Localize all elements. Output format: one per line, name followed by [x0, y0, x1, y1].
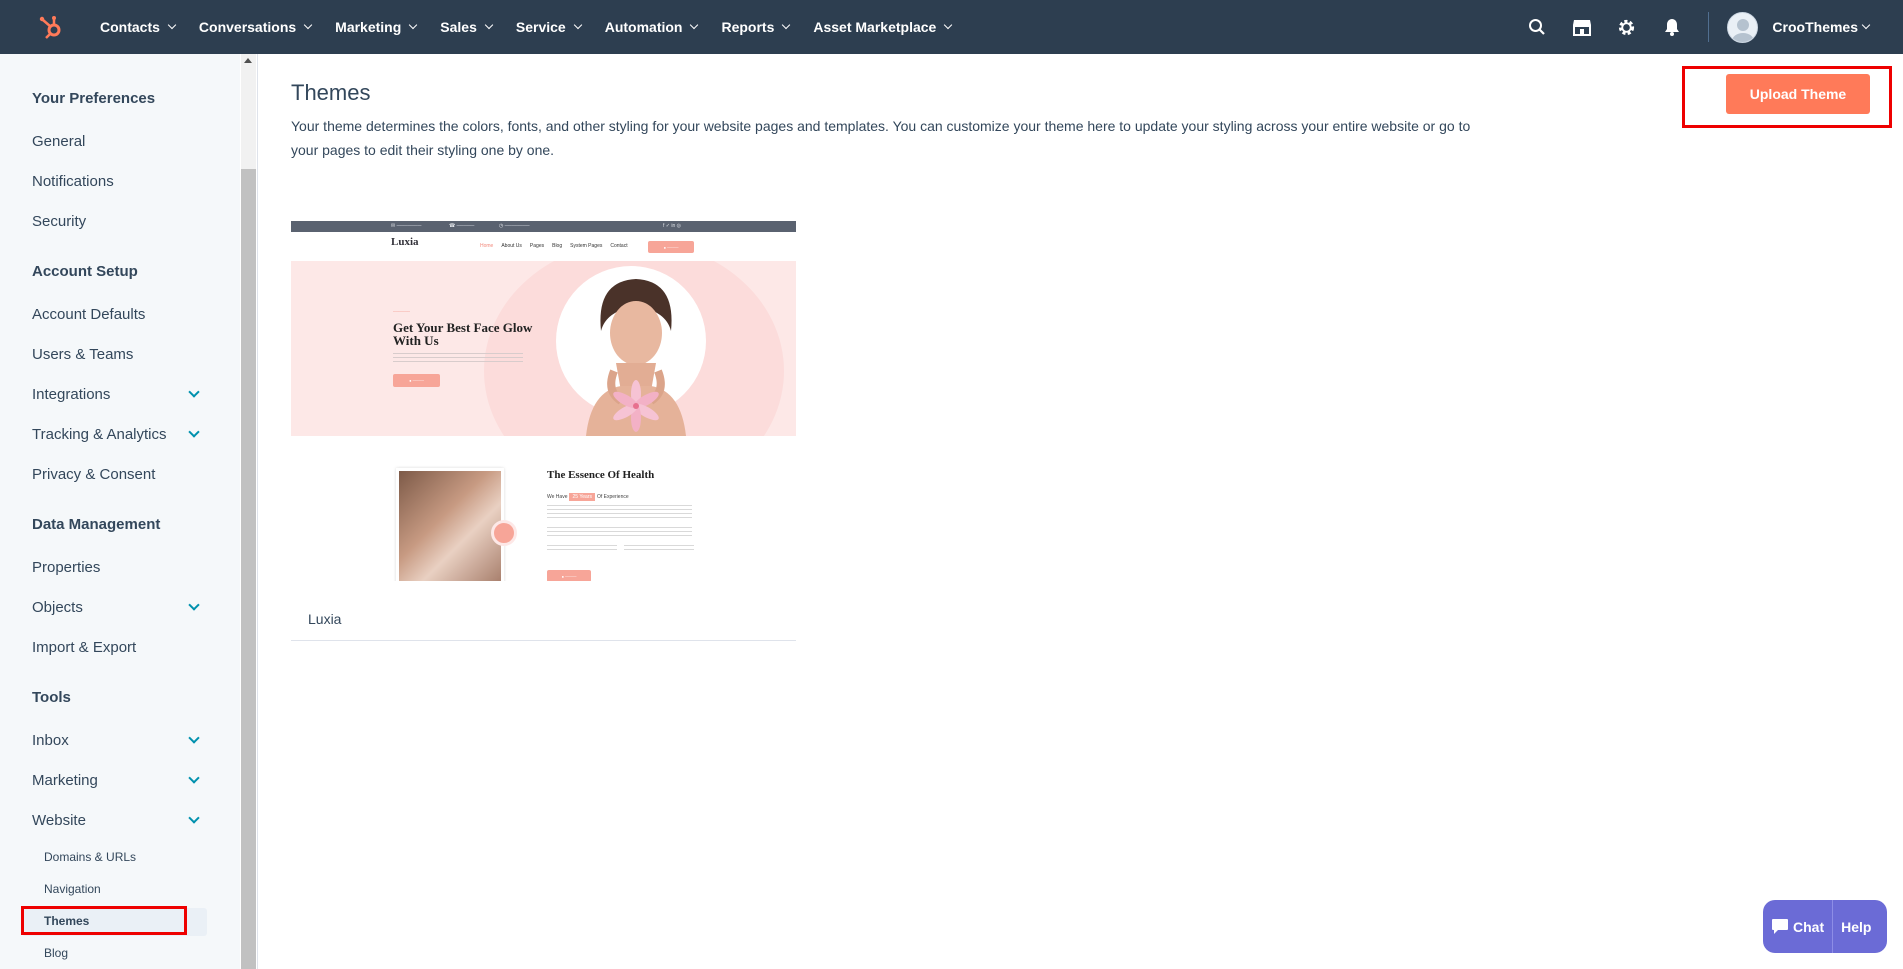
- sidebar-item-website[interactable]: Website: [32, 812, 200, 829]
- page-description: Your theme determines the colors, fonts,…: [291, 118, 1471, 158]
- scroll-up-arrow-icon[interactable]: [244, 58, 252, 63]
- preview-about-title: The Essence Of Health: [547, 469, 655, 481]
- chevron-down-icon: [188, 732, 200, 744]
- section-data-management: Data Management: [32, 516, 161, 533]
- chevron-down-icon: [188, 386, 200, 398]
- top-navigation: Contacts Conversations Marketing Sales S…: [0, 0, 1903, 54]
- chevron-down-icon: [167, 20, 177, 30]
- bell-icon[interactable]: [1649, 0, 1694, 54]
- sidebar-item-properties[interactable]: Properties: [32, 559, 200, 576]
- chevron-down-icon: [690, 20, 699, 30]
- chevron-down-icon: [303, 20, 313, 30]
- preview-hero: ────── Get Your Best Face Glow With Us ●…: [291, 261, 796, 436]
- chevron-down-icon: [484, 20, 494, 30]
- nav-asset-marketplace[interactable]: Asset Marketplace: [801, 19, 963, 35]
- theme-card-luxia[interactable]: ✉ ─────── ☎ ───── ◷ ─────── f ✓ in ◎ Lux…: [291, 221, 796, 641]
- avatar[interactable]: [1727, 11, 1759, 43]
- sidebar-subitem-blog[interactable]: Blog: [44, 946, 68, 960]
- theme-name: Luxia: [308, 611, 342, 627]
- sidebar-subitem-domains-urls[interactable]: Domains & URLs: [44, 850, 136, 864]
- chevron-down-icon: [782, 20, 791, 30]
- chat-bubble-icon: [1772, 919, 1788, 934]
- sidebar-item-account-defaults[interactable]: Account Defaults: [32, 306, 200, 323]
- section-tools: Tools: [32, 689, 71, 706]
- theme-preview-image: ✉ ─────── ☎ ───── ◷ ─────── f ✓ in ◎ Lux…: [291, 221, 796, 581]
- account-menu[interactable]: CrooThemes: [1772, 19, 1871, 35]
- gear-icon[interactable]: [1604, 0, 1649, 54]
- sidebar-item-users-teams[interactable]: Users & Teams: [32, 346, 200, 363]
- section-your-preferences: Your Preferences: [32, 90, 156, 107]
- sidebar-item-inbox[interactable]: Inbox: [32, 732, 200, 749]
- preview-woman-image: [586, 279, 686, 436]
- chevron-down-icon: [1861, 20, 1871, 30]
- settings-sidebar: Your Preferences General Notifications S…: [0, 54, 240, 969]
- preview-topbar: ✉ ─────── ☎ ───── ◷ ─────── f ✓ in ◎: [291, 221, 796, 232]
- preview-header: Luxia Home About Us Pages Blog System Pa…: [291, 232, 796, 261]
- main-menu: Contacts Conversations Marketing Sales S…: [88, 19, 963, 35]
- preview-about-image: [396, 468, 504, 581]
- sidebar-item-integrations[interactable]: Integrations: [32, 386, 200, 403]
- nav-divider: [1708, 12, 1710, 42]
- chevron-down-icon: [188, 812, 200, 824]
- chevron-down-icon: [573, 20, 582, 30]
- annotation-highlight-upload: [1682, 66, 1892, 128]
- preview-nav: Home About Us Pages Blog System Pages Co…: [480, 243, 628, 249]
- sidebar-item-objects[interactable]: Objects: [32, 599, 200, 616]
- page-title: Themes: [291, 80, 371, 105]
- section-account-setup: Account Setup: [32, 263, 138, 280]
- sidebar-item-marketing[interactable]: Marketing: [32, 772, 200, 789]
- sidebar-subitem-navigation[interactable]: Navigation: [44, 882, 101, 896]
- nav-service[interactable]: Service: [504, 19, 593, 35]
- chevron-down-icon: [188, 599, 200, 611]
- hubspot-logo-icon[interactable]: [24, 0, 78, 54]
- nav-right-tools: CrooThemes: [1514, 0, 1903, 54]
- search-icon[interactable]: [1514, 0, 1559, 54]
- sidebar-item-import-export[interactable]: Import & Export: [32, 639, 200, 656]
- sidebar-divider: [257, 54, 258, 969]
- chat-button[interactable]: Chat: [1763, 900, 1832, 953]
- preview-hero-title: Get Your Best Face Glow With Us: [393, 320, 533, 348]
- nav-marketing[interactable]: Marketing: [323, 19, 428, 35]
- nav-contacts[interactable]: Contacts: [88, 19, 187, 35]
- nav-reports[interactable]: Reports: [709, 19, 801, 35]
- chevron-down-icon: [409, 20, 418, 30]
- sidebar-item-security[interactable]: Security: [32, 213, 200, 230]
- chevron-down-icon: [188, 772, 200, 784]
- preview-cta: ● ────: [648, 241, 694, 253]
- help-button[interactable]: Help: [1832, 900, 1879, 953]
- annotation-highlight-themes: [21, 906, 187, 935]
- preview-logo: Luxia: [391, 236, 419, 248]
- nav-sales[interactable]: Sales: [428, 19, 504, 35]
- nav-conversations[interactable]: Conversations: [187, 19, 323, 35]
- chat-widget: Chat Help: [1763, 900, 1887, 953]
- nav-automation[interactable]: Automation: [593, 19, 710, 35]
- sidebar-item-tracking-analytics[interactable]: Tracking & Analytics: [32, 426, 200, 443]
- chevron-down-icon: [944, 20, 953, 30]
- scrollbar-thumb[interactable]: [241, 169, 256, 969]
- sidebar-item-general[interactable]: General: [32, 133, 200, 150]
- sidebar-scrollbar[interactable]: [241, 54, 256, 969]
- chevron-down-icon: [188, 426, 200, 438]
- sidebar-item-notifications[interactable]: Notifications: [32, 173, 200, 190]
- sidebar-item-privacy-consent[interactable]: Privacy & Consent: [32, 466, 200, 483]
- marketplace-icon[interactable]: [1559, 0, 1604, 54]
